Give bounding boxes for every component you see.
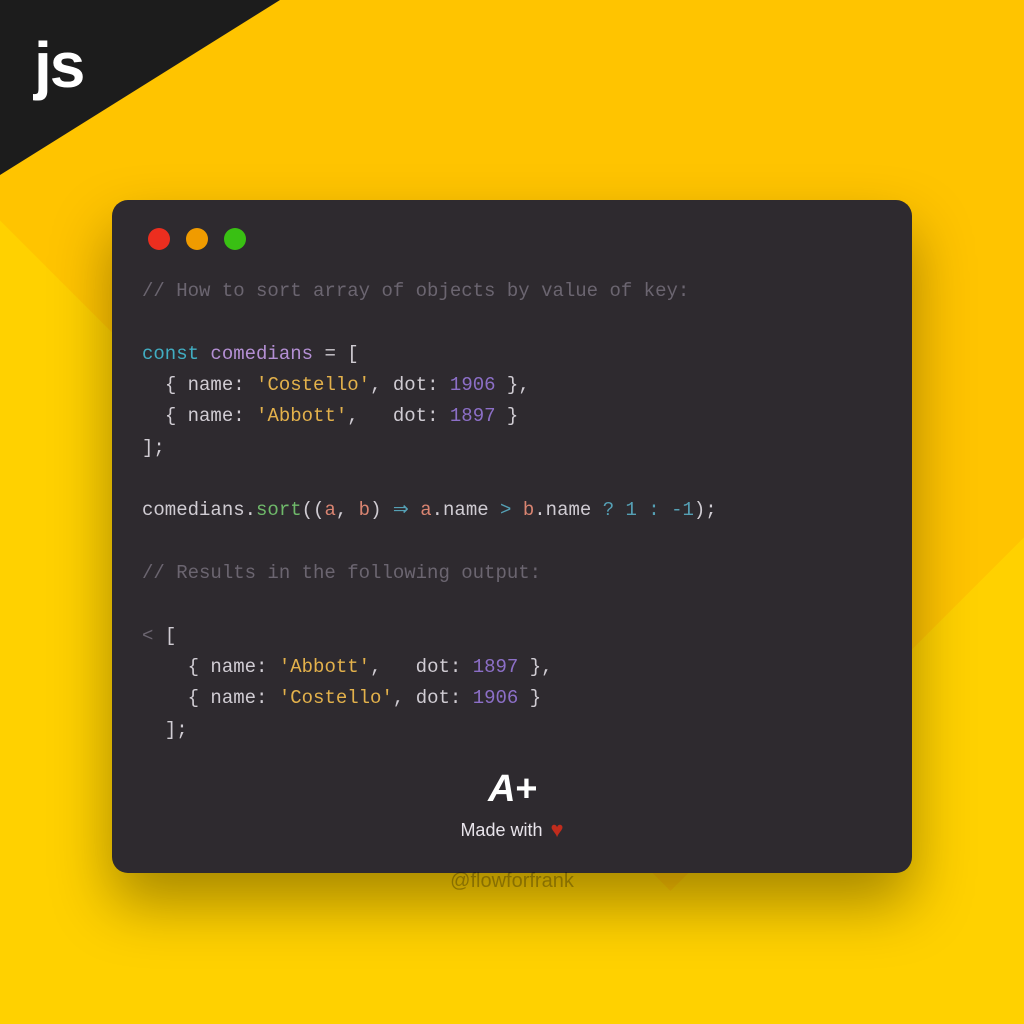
made-with-label: Made with ♥ [460,817,563,843]
code-editor-window: // How to sort array of objects by value… [112,200,912,873]
window-traffic-lights [142,228,882,250]
close-icon[interactable] [148,228,170,250]
maximize-icon[interactable] [224,228,246,250]
code-block: // How to sort array of objects by value… [142,276,882,746]
minimize-icon[interactable] [186,228,208,250]
author-handle: @flowforfrank [0,870,1024,893]
heart-icon: ♥ [550,817,563,843]
brand-logo: A+ [488,768,536,811]
code-comment: // Results in the following output: [142,562,541,584]
keyword-const: const [142,343,199,365]
code-comment: // How to sort array of objects by value… [142,280,689,302]
output-caret-icon: < [142,625,153,647]
js-label: js [34,28,83,102]
footer-brand: A+ Made with ♥ [142,768,882,843]
var-comedians: comedians [210,343,313,365]
